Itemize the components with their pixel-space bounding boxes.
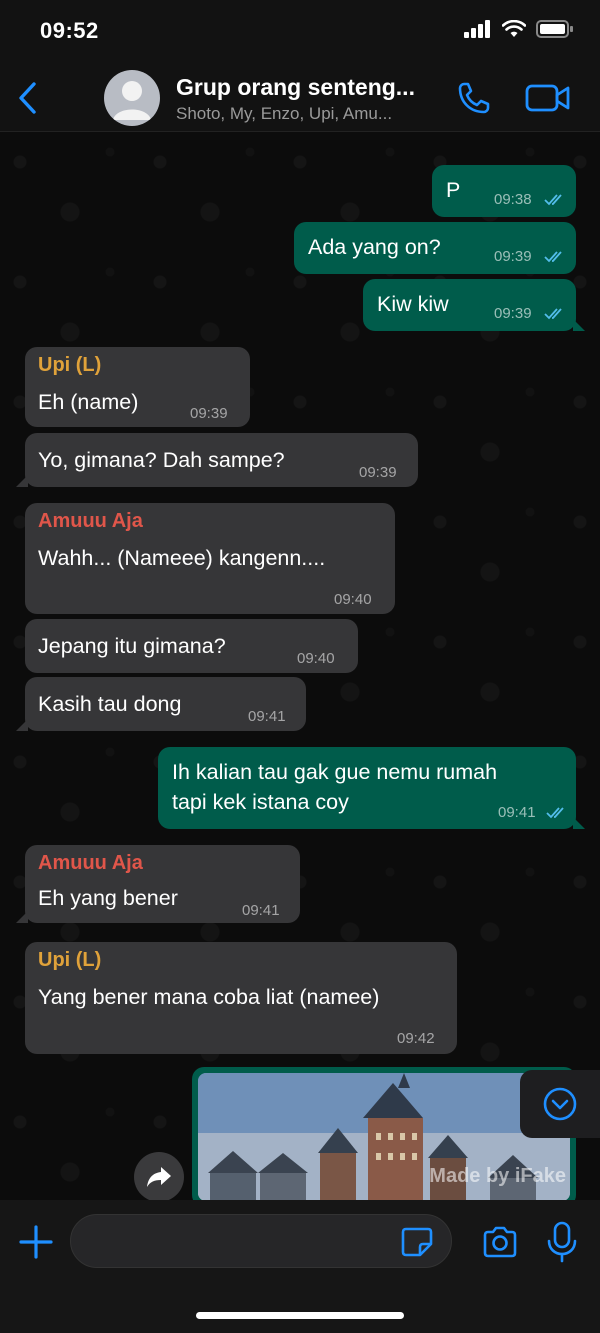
- message-outgoing[interactable]: Ih kalian tau gak gue nemu rumah tapi ke…: [158, 747, 585, 829]
- message-text: Yo, gimana? Dah sampe?: [38, 448, 285, 472]
- chat-header: Grup orang senteng... Shoto, My, Enzo, U…: [0, 64, 600, 132]
- message-composer: [0, 1200, 600, 1333]
- message-text: Wahh... (Nameee) kangenn....: [38, 546, 326, 570]
- message-incoming[interactable]: Upi (L) Eh (name) 09:39: [25, 347, 250, 427]
- double-check-icon: [546, 807, 564, 819]
- microphone-button[interactable]: [544, 1220, 580, 1264]
- message-time: 09:39: [494, 305, 532, 322]
- signal-icon: [464, 20, 490, 38]
- message-time: 09:39: [190, 405, 228, 422]
- chevron-left-icon: [19, 82, 36, 114]
- message-time: 09:39: [359, 464, 397, 481]
- message-incoming[interactable]: Jepang itu gimana? 09:40: [25, 619, 358, 673]
- voice-call-button[interactable]: [454, 78, 494, 118]
- sender-name[interactable]: Amuuu Aja: [38, 510, 143, 533]
- chat-area[interactable]: P 09:38 Ada yang on? 09:39 Kiw kiw 09:39…: [0, 132, 600, 1200]
- castle-photo[interactable]: Made by iFake: [198, 1073, 570, 1200]
- message-text: Jepang itu gimana?: [38, 634, 226, 658]
- status-bar: 09:52: [0, 0, 600, 64]
- message-incoming[interactable]: Yo, gimana? Dah sampe? 09:39: [16, 433, 418, 487]
- camera-icon: [483, 1226, 517, 1258]
- message-time: 09:41: [498, 804, 536, 821]
- scroll-to-bottom-button[interactable]: [520, 1070, 600, 1138]
- plus-icon: [19, 1225, 53, 1259]
- bubble-tail: [573, 319, 585, 331]
- battery-icon: [536, 20, 573, 38]
- bubble-tail: [16, 719, 28, 731]
- message-outgoing[interactable]: Ada yang on? 09:39: [294, 222, 576, 274]
- message-incoming[interactable]: Upi (L) Yang bener mana coba liat (namee…: [25, 942, 457, 1054]
- video-call-button[interactable]: [524, 78, 572, 118]
- message-text: Kasih tau dong: [38, 692, 182, 716]
- double-check-icon: [544, 194, 562, 206]
- bubble-tail: [573, 817, 585, 829]
- share-arrow-icon: [147, 1167, 171, 1187]
- forward-button[interactable]: [134, 1152, 184, 1200]
- message-time: 09:40: [297, 650, 335, 667]
- message-outgoing[interactable]: P 09:38: [432, 165, 576, 217]
- message-outgoing[interactable]: Kiw kiw 09:39: [363, 279, 585, 331]
- message-incoming[interactable]: Kasih tau dong 09:41: [16, 677, 306, 731]
- message-input[interactable]: [70, 1214, 452, 1268]
- message-text: Kiw kiw: [377, 292, 449, 316]
- sticker-button[interactable]: [400, 1226, 434, 1258]
- microphone-icon: [547, 1221, 577, 1263]
- person-icon: [113, 81, 151, 120]
- message-text: Ada yang on?: [308, 235, 441, 259]
- status-icons: [464, 20, 574, 38]
- image-message[interactable]: Made by iFake: [192, 1067, 576, 1200]
- message-time: 09:40: [334, 591, 372, 608]
- message-time: 09:42: [397, 1030, 435, 1047]
- sticker-icon: [401, 1227, 433, 1257]
- message-text: P: [446, 178, 461, 202]
- chat-members[interactable]: Shoto, My, Enzo, Upi, Amu...: [176, 104, 438, 124]
- message-time: 09:39: [494, 248, 532, 265]
- watermark: Made by iFake: [429, 1165, 566, 1187]
- home-indicator[interactable]: [196, 1312, 404, 1319]
- double-check-icon: [544, 308, 562, 320]
- message-incoming[interactable]: Amuuu Aja Eh yang bener 09:41: [16, 845, 300, 923]
- sender-name[interactable]: Upi (L): [38, 354, 101, 377]
- status-time: 09:52: [40, 18, 99, 43]
- back-button[interactable]: [10, 74, 46, 122]
- sender-name[interactable]: Amuuu Aja: [38, 852, 143, 875]
- double-check-icon: [544, 251, 562, 263]
- message-text: Yang bener mana coba liat (namee): [38, 985, 380, 1009]
- bubble-tail: [16, 475, 28, 487]
- message-time: 09:41: [242, 902, 280, 919]
- chat-title[interactable]: Grup orang senteng...: [176, 74, 448, 101]
- bubble-tail: [16, 911, 28, 923]
- message-text-line2: tapi kek istana coy: [172, 790, 349, 814]
- message-time: 09:41: [248, 708, 286, 725]
- camera-button[interactable]: [480, 1222, 520, 1262]
- message-text: Eh (name): [38, 390, 139, 414]
- chevron-down-circle-icon: [543, 1087, 577, 1121]
- message-time: 09:38: [494, 191, 532, 208]
- message-text-line1: Ih kalian tau gak gue nemu rumah: [172, 760, 498, 784]
- attach-button[interactable]: [16, 1222, 56, 1262]
- video-camera-icon: [525, 84, 570, 112]
- message-incoming[interactable]: Amuuu Aja Wahh... (Nameee) kangenn.... 0…: [25, 503, 395, 614]
- wifi-icon: [502, 20, 526, 37]
- message-text: Eh yang bener: [38, 886, 178, 910]
- group-avatar[interactable]: [104, 70, 160, 126]
- phone-icon: [458, 82, 490, 114]
- sender-name[interactable]: Upi (L): [38, 949, 101, 972]
